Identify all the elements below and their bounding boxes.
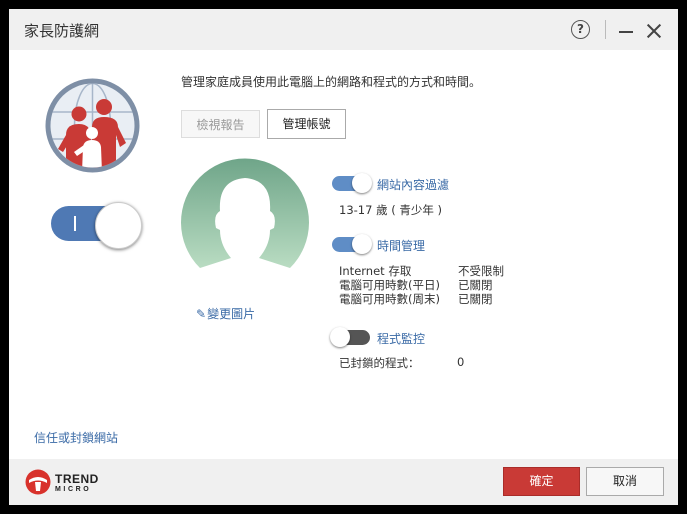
trend-micro-logo-icon <box>25 469 51 495</box>
program-control-link[interactable]: 程式監控 <box>377 330 425 347</box>
blocked-programs-count: 0 <box>457 355 465 369</box>
help-button[interactable]: ? <box>571 20 590 39</box>
program-control-switch[interactable] <box>330 327 370 347</box>
trust-block-websites-link[interactable]: 信任或封鎖網站 <box>34 429 118 446</box>
close-button[interactable] <box>646 23 662 39</box>
time-row-value: 已關閉 <box>458 292 493 306</box>
parental-controls-window: 家長防護網 ? 管理家庭成員使用此電腦上的網路和程式的方式和時間。 檢視報告 管… <box>9 9 678 505</box>
change-picture-link[interactable]: ✎變更圖片 <box>196 305 255 322</box>
web-filter-age: 13-17 歲 ( 青少年 ) <box>339 203 443 217</box>
pencil-icon: ✎ <box>196 307 207 321</box>
web-filter-link[interactable]: 網站內容過濾 <box>377 176 449 193</box>
web-filter-switch[interactable] <box>332 173 372 193</box>
window-title: 家長防護網 <box>24 22 100 40</box>
title-bar: 家長防護網 ? <box>9 9 678 50</box>
view-report-button[interactable]: 檢視報告 <box>181 110 260 138</box>
time-management-switch[interactable] <box>332 234 372 254</box>
cancel-button[interactable]: 取消 <box>586 467 664 496</box>
user-avatar[interactable] <box>180 155 310 271</box>
toggle-knob[interactable] <box>95 202 142 249</box>
minimize-button[interactable] <box>619 31 633 33</box>
time-row-name: 電腦可用時數(周末) <box>339 292 440 306</box>
manage-account-button[interactable]: 管理帳號 <box>267 109 346 139</box>
footer-bar: TREND MICRO 確定 取消 <box>9 459 678 505</box>
change-picture-label: 變更圖片 <box>207 307 256 321</box>
blocked-programs-label: 已封鎖的程式： <box>339 356 420 370</box>
parental-controls-toggle[interactable] <box>51 202 143 249</box>
description-text: 管理家庭成員使用此電腦上的網路和程式的方式和時間。 <box>181 75 482 89</box>
switch-knob <box>330 327 350 347</box>
brand-sub: MICRO <box>55 486 92 493</box>
brand-name: TREND <box>55 472 99 486</box>
ok-button[interactable]: 確定 <box>503 467 580 496</box>
switch-knob <box>352 173 372 193</box>
trend-micro-logo: TREND MICRO <box>25 469 115 497</box>
switch-knob <box>352 234 372 254</box>
toggle-on-marker <box>74 216 76 231</box>
title-separator <box>605 20 606 39</box>
time-management-link[interactable]: 時間管理 <box>377 237 425 254</box>
family-globe-icon <box>45 78 140 173</box>
